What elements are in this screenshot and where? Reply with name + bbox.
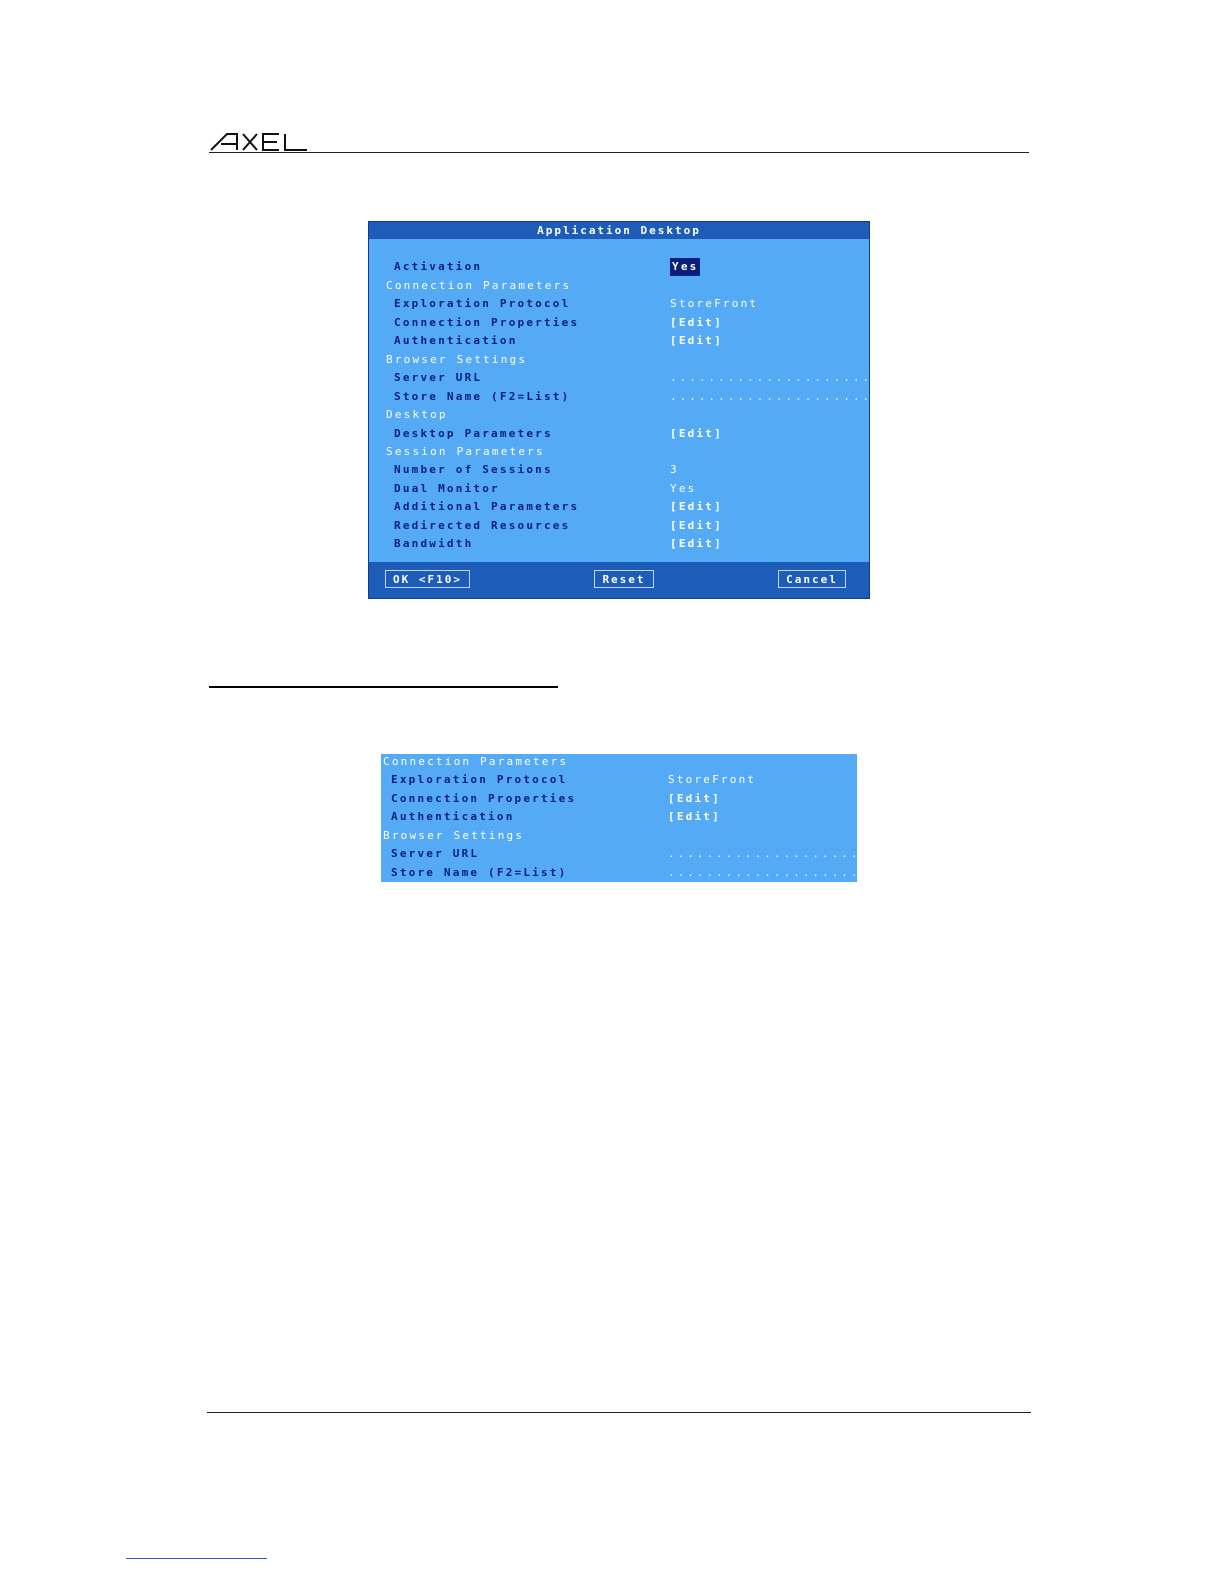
authentication-edit[interactable]: [Edit] (670, 332, 723, 350)
exploration-protocol-value[interactable]: StoreFront (668, 771, 756, 789)
application-desktop-dialog: Application Desktop Activation Yes Conne… (368, 221, 870, 599)
row-connection-properties[interactable]: Connection Properties [Edit] (369, 314, 869, 332)
row-bandwidth[interactable]: Bandwidth [Edit] (369, 535, 869, 553)
connection-properties-edit[interactable]: [Edit] (668, 790, 721, 808)
authentication-edit[interactable]: [Edit] (668, 808, 721, 826)
header-rule (209, 152, 1029, 153)
axel-logo (209, 128, 309, 154)
store-name-field[interactable]: ..................... (668, 864, 870, 882)
row-label: Authentication (394, 334, 518, 347)
activation-value[interactable]: Yes (670, 258, 701, 276)
group-label: Browser Settings (383, 829, 525, 842)
row-dual-monitor[interactable]: Dual Monitor Yes (369, 480, 869, 498)
row-label: Connection Properties (394, 316, 580, 329)
group-browser-settings: Browser Settings (381, 827, 857, 845)
row-label: Authentication (391, 810, 515, 823)
row-label: Server URL (394, 371, 483, 384)
group-connection-parameters: Connection Parameters (381, 753, 857, 771)
row-label: Additional Parameters (394, 500, 580, 513)
group-session-parameters: Session Parameters (369, 443, 869, 461)
row-connection-properties[interactable]: Connection Properties [Edit] (381, 790, 857, 808)
row-label: Bandwidth (394, 537, 474, 550)
dialog-footer: OK <F10> Reset Cancel (369, 562, 869, 598)
row-authentication[interactable]: Authentication [Edit] (369, 332, 869, 350)
row-label: Redirected Resources (394, 519, 571, 532)
row-server-url[interactable]: Server URL ..................... (369, 369, 869, 387)
row-store-name[interactable]: Store Name (F2=List) ...................… (369, 388, 869, 406)
group-label: Session Parameters (386, 445, 545, 458)
cancel-button[interactable]: Cancel (778, 570, 846, 588)
exploration-protocol-value[interactable]: StoreFront (670, 295, 758, 313)
bandwidth-edit[interactable]: [Edit] (670, 535, 723, 553)
number-of-sessions-value[interactable]: 3 (670, 461, 679, 479)
group-label: Browser Settings (386, 353, 528, 366)
row-label: Activation (394, 260, 483, 273)
footer-link-underline (126, 1558, 267, 1559)
connection-properties-edit[interactable]: [Edit] (670, 314, 723, 332)
row-server-url[interactable]: Server URL ..................... (381, 845, 867, 863)
row-label: Server URL (391, 847, 480, 860)
row-label: Exploration Protocol (391, 773, 568, 786)
server-url-field[interactable]: ..................... (668, 845, 870, 863)
row-additional-parameters[interactable]: Additional Parameters [Edit] (369, 498, 869, 516)
server-url-field[interactable]: ..................... (670, 369, 872, 387)
row-exploration-protocol[interactable]: Exploration Protocol StoreFront (381, 771, 857, 789)
group-browser-settings: Browser Settings (369, 351, 869, 369)
row-desktop-parameters[interactable]: Desktop Parameters [Edit] (369, 425, 869, 443)
group-connection-parameters: Connection Parameters (369, 277, 869, 295)
row-label: Store Name (F2=List) (394, 390, 571, 403)
dialog-title: Application Desktop (369, 222, 869, 239)
row-label: Exploration Protocol (394, 297, 571, 310)
row-redirected-resources[interactable]: Redirected Resources [Edit] (369, 517, 869, 535)
row-label: Dual Monitor (394, 482, 500, 495)
group-label: Connection Parameters (383, 755, 569, 768)
footer-rule (207, 1412, 1031, 1413)
redirected-resources-edit[interactable]: [Edit] (670, 517, 723, 535)
desktop-parameters-edit[interactable]: [Edit] (670, 425, 723, 443)
ok-button[interactable]: OK <F10> (385, 570, 470, 588)
axel-logo-icon (210, 133, 307, 151)
row-exploration-protocol[interactable]: Exploration Protocol StoreFront (369, 295, 869, 313)
row-authentication[interactable]: Authentication [Edit] (381, 808, 857, 826)
row-activation[interactable]: Activation Yes (369, 258, 869, 276)
group-label: Desktop (386, 408, 448, 421)
row-label: Store Name (F2=List) (391, 866, 568, 879)
additional-parameters-edit[interactable]: [Edit] (670, 498, 723, 516)
row-label: Desktop Parameters (394, 427, 553, 440)
connection-parameters-snippet: Connection Parameters Exploration Protoc… (381, 753, 867, 882)
group-desktop: Desktop (369, 406, 869, 424)
row-number-of-sessions[interactable]: Number of Sessions 3 (369, 461, 869, 479)
dual-monitor-value[interactable]: Yes (670, 480, 696, 498)
store-name-field[interactable]: ..................... (670, 388, 872, 406)
row-label: Connection Properties (391, 792, 577, 805)
group-label: Connection Parameters (386, 279, 572, 292)
row-store-name[interactable]: Store Name (F2=List) ...................… (381, 864, 867, 882)
reset-button[interactable]: Reset (594, 570, 654, 588)
row-label: Number of Sessions (394, 463, 553, 476)
section-heading-underline (209, 686, 558, 688)
